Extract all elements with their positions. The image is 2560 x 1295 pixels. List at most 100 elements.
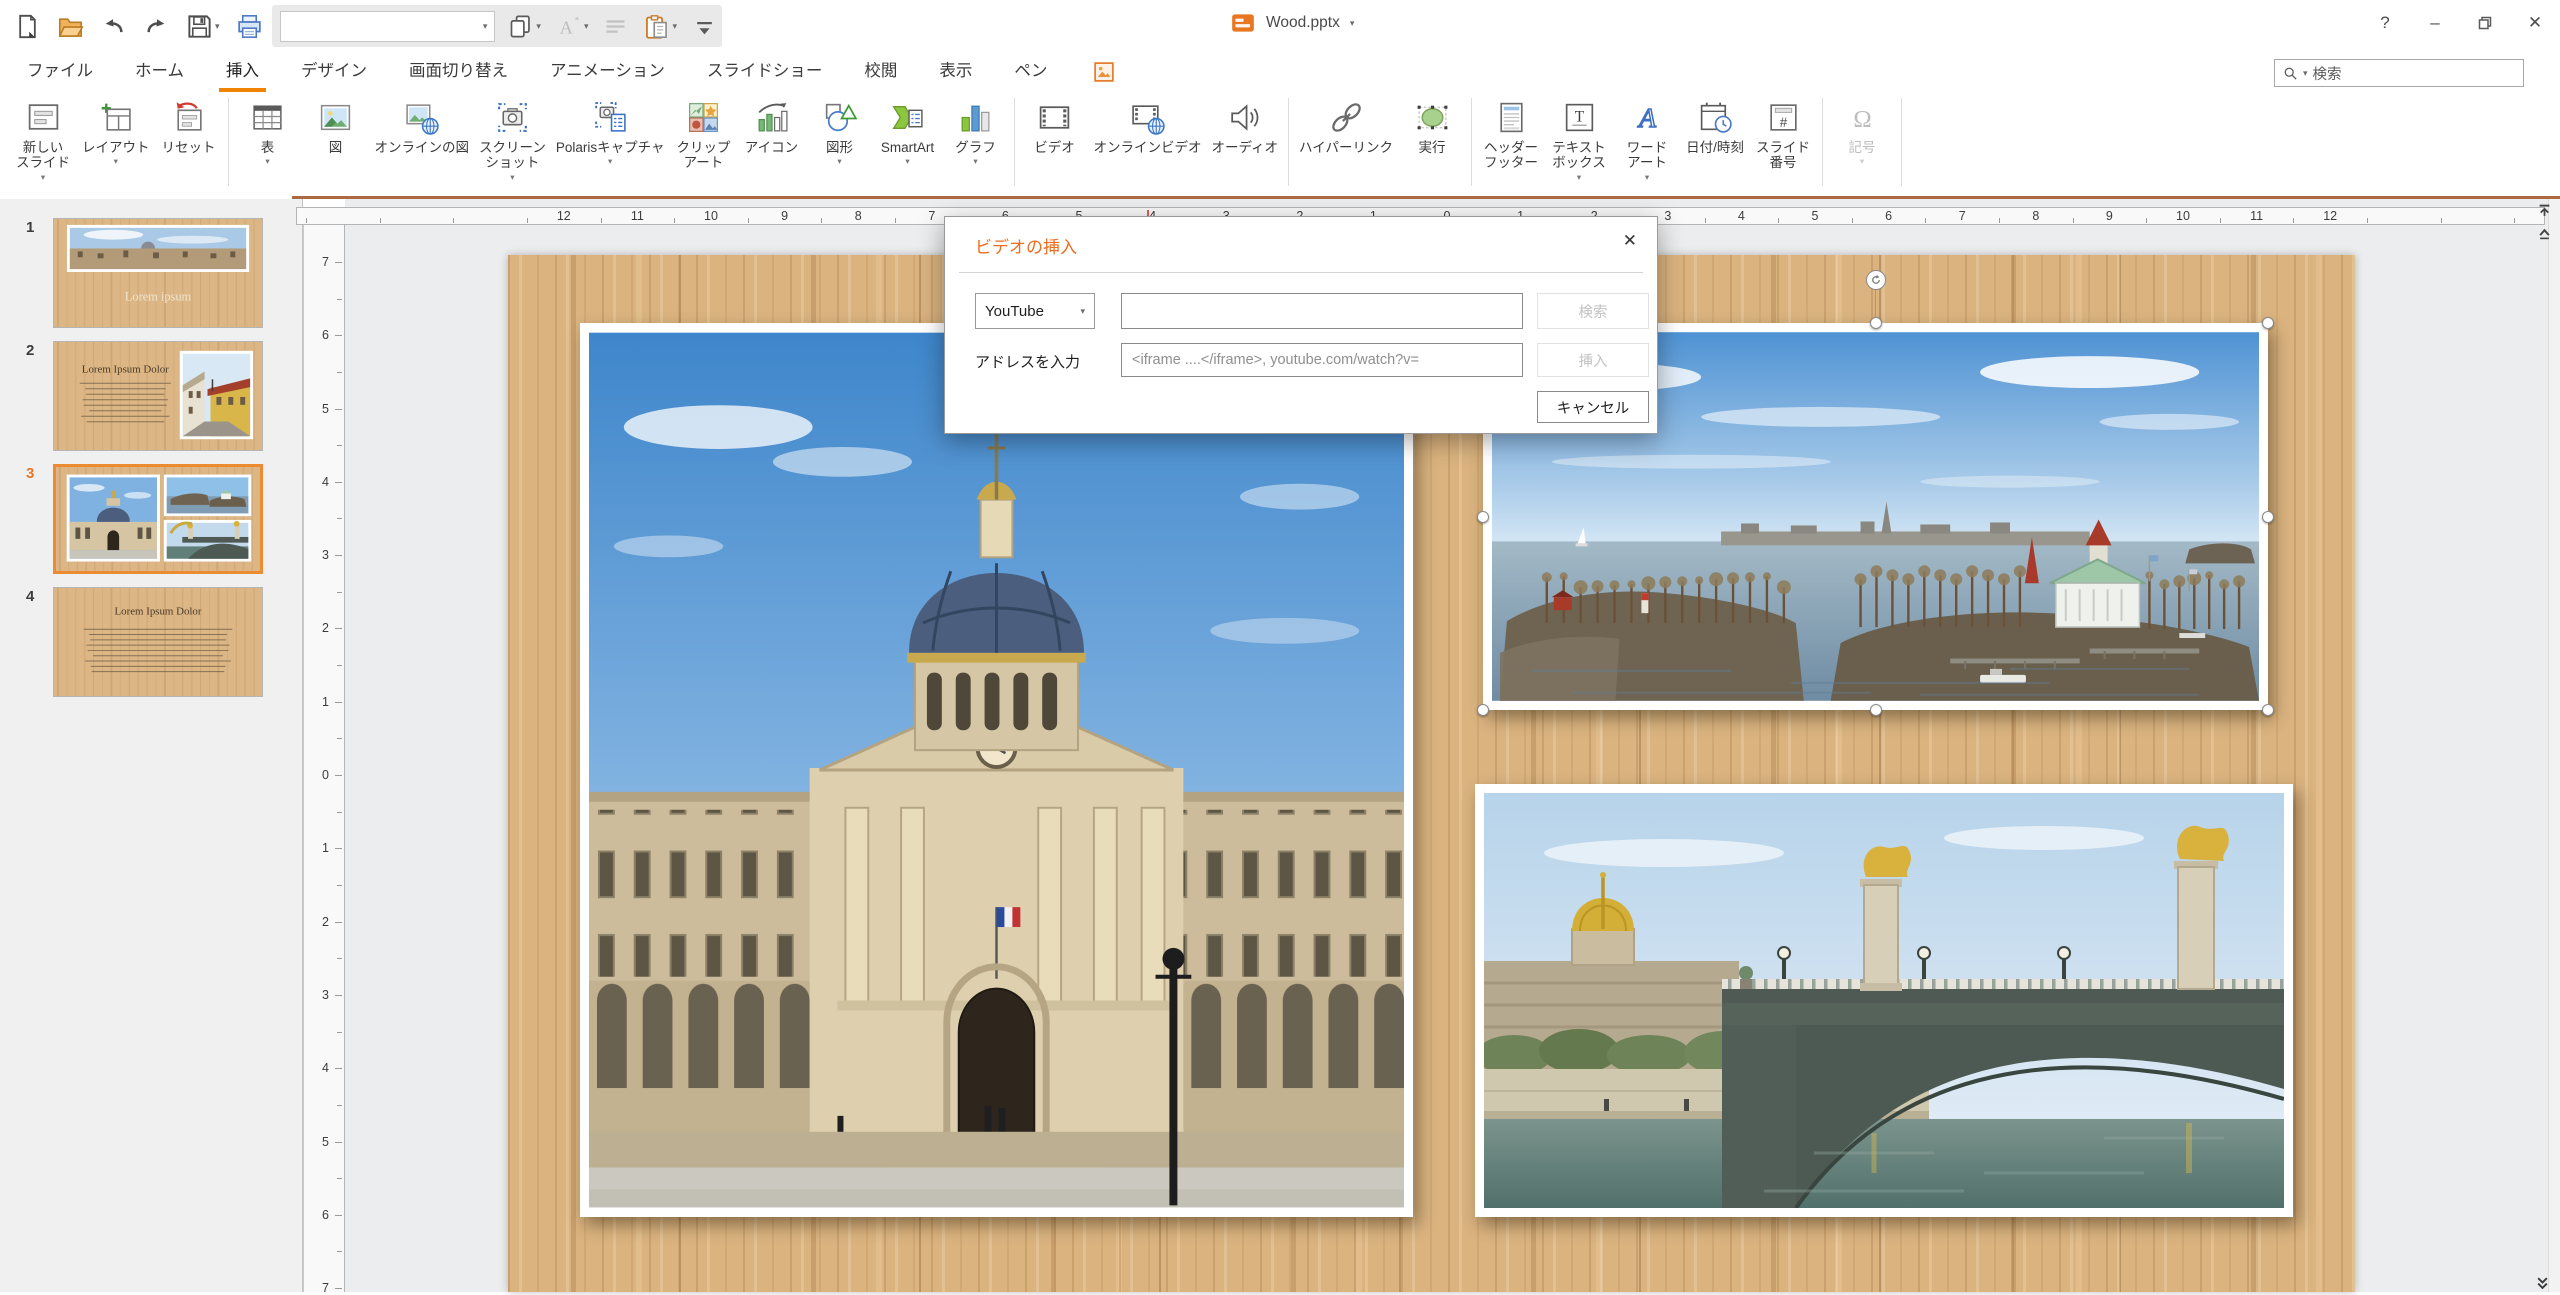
date-time-label: 日付/時刻 — [1686, 140, 1744, 155]
ruler-number: 8 — [855, 209, 862, 223]
tab-slideshow[interactable]: スライドショー — [686, 52, 844, 92]
chevron-down-icon: ▾ — [905, 156, 909, 167]
svg-text:T: T — [1574, 109, 1584, 126]
dialog-close-button[interactable]: ✕ — [1619, 229, 1641, 253]
restore-button[interactable] — [2468, 6, 2502, 40]
next-slide-button[interactable] — [2536, 1276, 2549, 1289]
document-title-text: Wood.pptx — [1266, 14, 1340, 32]
clip-art-button[interactable]: クリップ アート — [669, 97, 737, 173]
selection-handle-sw[interactable] — [1477, 704, 1489, 716]
customize-toolbar-button[interactable] — [687, 10, 722, 43]
video-source-value: YouTube — [985, 303, 1044, 320]
slide-thumbnail-2[interactable]: Lorem Ipsum Dolor — [53, 341, 263, 451]
new-document-button[interactable] — [10, 10, 45, 43]
table-button[interactable]: 表▾ — [234, 97, 302, 169]
vertical-scrollbar[interactable] — [2548, 199, 2560, 1292]
polaris-capture-button[interactable]: Polarisキャプチャ▾ — [551, 97, 670, 169]
selection-handle-n[interactable] — [1870, 317, 1882, 329]
polaris-capture-icon — [592, 99, 629, 136]
chevron-down-icon[interactable]: ▾ — [1350, 19, 1355, 28]
paste-button[interactable]: ▾ — [639, 10, 681, 43]
chart-icon — [957, 99, 994, 136]
hyperlink-label: ハイパーリンク — [1299, 140, 1393, 155]
tab-pen[interactable]: ペン — [993, 52, 1068, 92]
audio-icon — [1226, 99, 1263, 136]
symbol-button[interactable]: Ω記号▾ — [1828, 97, 1896, 169]
window-controls: ? – ✕ — [2368, 6, 2552, 40]
close-button[interactable]: ✕ — [2518, 6, 2552, 40]
video-button[interactable]: ビデオ — [1020, 97, 1088, 157]
chart-button[interactable]: グラフ▾ — [941, 97, 1009, 169]
slide-thumbnail-4[interactable]: Lorem Ipsum Dolor — [53, 587, 263, 697]
smartart-button[interactable]: SmartArt▾ — [873, 97, 941, 169]
save-button[interactable]: ▾ — [182, 10, 224, 43]
video-insert-button[interactable]: 挿入 — [1537, 343, 1649, 377]
smartart-icon — [889, 99, 926, 136]
video-address-input[interactable] — [1121, 343, 1523, 377]
header-footer-button[interactable]: ヘッダー フッター — [1477, 97, 1545, 173]
minimize-button[interactable]: – — [2418, 6, 2452, 40]
slide-thumbnail-1[interactable]: Lorem ipsum — [53, 218, 263, 328]
word-art-button[interactable]: Aワード アート▾ — [1613, 97, 1681, 185]
rotation-handle[interactable] — [1866, 270, 1886, 290]
online-video-icon — [1129, 99, 1166, 136]
tab-review[interactable]: 校閲 — [843, 52, 918, 92]
reset-button[interactable]: リセット — [155, 97, 223, 157]
style-combobox[interactable]: ▾ — [280, 11, 495, 42]
redo-button[interactable] — [139, 10, 174, 43]
institut-de-france-photo[interactable] — [580, 323, 1413, 1217]
customize-toolbar-icon — [691, 13, 718, 40]
date-time-button[interactable]: 日付/時刻 — [1681, 97, 1749, 157]
selection-handle-s[interactable] — [1870, 704, 1882, 716]
cancel-button[interactable]: キャンセル — [1537, 391, 1649, 423]
new-slide-button[interactable]: 新しい スライド▾ — [9, 97, 77, 185]
pont-alexandre-iii-photo[interactable] — [1475, 784, 2293, 1217]
picture-label: 図 — [329, 140, 343, 155]
open-file-button[interactable] — [53, 10, 88, 43]
ruler-number: 6 — [1885, 209, 1892, 223]
selection-handle-se[interactable] — [2262, 704, 2274, 716]
shapes-button[interactable]: 図形▾ — [805, 97, 873, 169]
tab-animations[interactable]: アニメーション — [529, 52, 686, 92]
video-source-select[interactable]: YouTube ▾ — [975, 293, 1095, 329]
help-button[interactable]: ? — [2368, 6, 2402, 40]
icons-button[interactable]: アイコン — [737, 97, 805, 157]
selection-handle-ne[interactable] — [2262, 317, 2274, 329]
tab-view[interactable]: 表示 — [918, 52, 993, 92]
tab-insert[interactable]: 挿入 — [205, 52, 280, 92]
online-video-button[interactable]: オンラインビデオ — [1088, 97, 1206, 157]
scroll-up-button[interactable] — [2538, 227, 2551, 240]
video-search-input[interactable] — [1121, 293, 1523, 329]
hyperlink-button[interactable]: ハイパーリンク — [1294, 97, 1398, 157]
undo-button[interactable] — [96, 10, 131, 43]
slide-number-button[interactable]: #スライド 番号 — [1749, 97, 1817, 173]
ruler-number: 7 — [322, 1281, 329, 1295]
layout-button[interactable]: レイアウト▾ — [77, 97, 155, 169]
audio-button[interactable]: オーディオ — [1206, 97, 1283, 157]
slide-thumbnail-3[interactable] — [53, 464, 263, 574]
ruler-number: 10 — [2176, 209, 2190, 223]
picture-context-tab[interactable] — [1094, 62, 1114, 82]
ruler-number: 11 — [2250, 209, 2263, 223]
thumbnail-title: Lorem Ipsum Dolor — [115, 606, 202, 618]
video-search-button[interactable]: 検索 — [1537, 293, 1649, 329]
text-box-button[interactable]: Tテキスト ボックス▾ — [1545, 97, 1613, 185]
run-button[interactable]: 実行 — [1398, 97, 1466, 157]
selection-handle-e[interactable] — [2262, 511, 2274, 523]
screenshot-button[interactable]: スクリーン ショット▾ — [474, 97, 551, 185]
tab-transitions[interactable]: 画面切り替え — [388, 52, 529, 92]
selection-handle-w[interactable] — [1477, 511, 1489, 523]
svg-text:A: A — [1637, 103, 1657, 134]
tab-home[interactable]: ホーム — [114, 52, 205, 92]
picture-button[interactable]: 図 — [302, 97, 370, 157]
ruler-number: 0 — [322, 768, 329, 782]
chevron-down-icon: ▾ — [483, 22, 488, 31]
tab-design[interactable]: デザイン — [280, 52, 388, 92]
online-picture-button[interactable]: オンラインの図 — [370, 97, 475, 157]
print-button[interactable] — [232, 10, 267, 43]
search-box[interactable]: ▾ 検索 — [2274, 59, 2524, 87]
scroll-top-button[interactable] — [2538, 204, 2551, 217]
tab-file[interactable]: ファイル — [6, 52, 114, 92]
duplicate-object-button[interactable]: ▾ — [503, 10, 545, 43]
online-picture-label: オンラインの図 — [375, 140, 470, 155]
